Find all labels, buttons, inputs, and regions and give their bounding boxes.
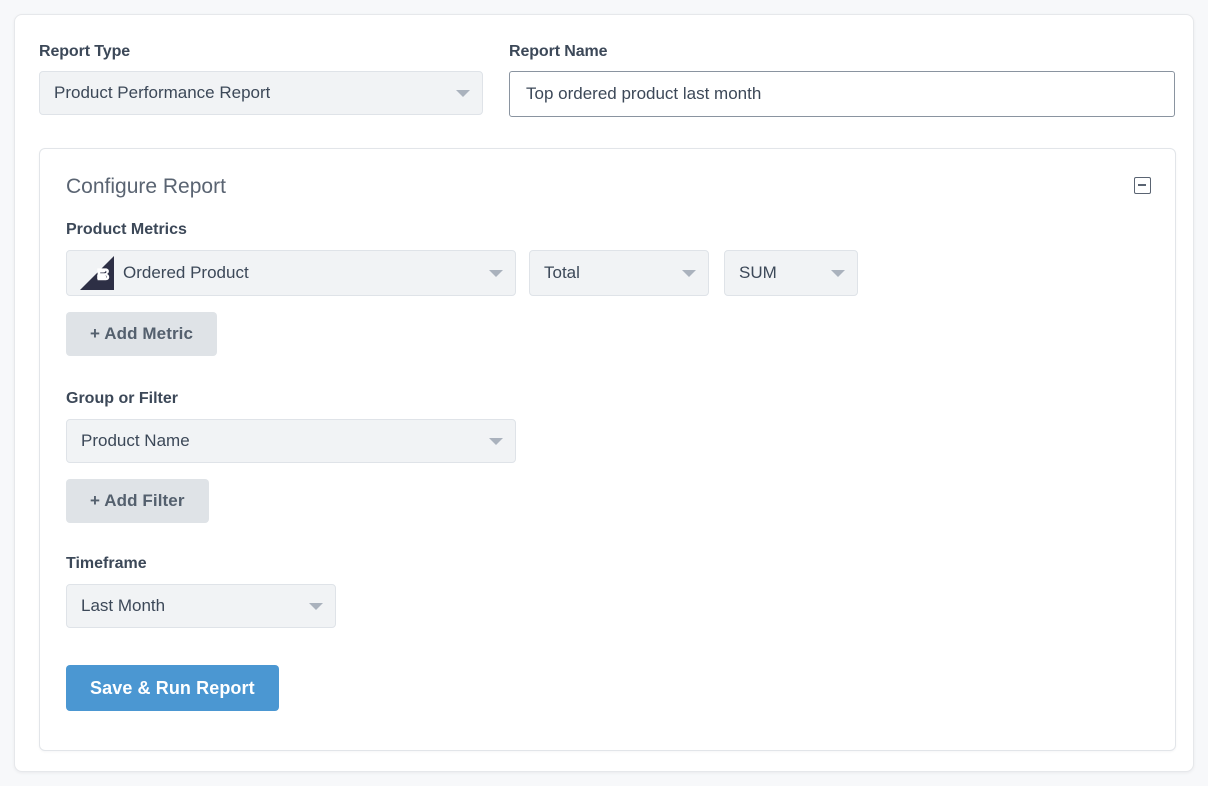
report-type-field: Report Type Product Performance Report [39, 43, 483, 115]
report-name-field: Report Name [509, 43, 1175, 117]
report-name-label: Report Name [509, 43, 1175, 61]
chevron-down-icon [489, 438, 503, 445]
timeframe-value: Last Month [81, 596, 165, 616]
timeframe-label: Timeframe [66, 555, 1149, 573]
report-builder-card: Report Type Product Performance Report R… [14, 14, 1194, 772]
minus-square-icon[interactable] [1134, 177, 1151, 194]
spacer [66, 356, 1149, 390]
chevron-down-icon [309, 603, 323, 610]
panel-body: Product Metrics Ordered Product Total [66, 221, 1149, 711]
report-type-select[interactable]: Product Performance Report [39, 71, 483, 115]
chevron-down-icon [456, 90, 470, 97]
aggregation-scope-select[interactable]: Total [529, 250, 709, 296]
report-name-input[interactable] [509, 71, 1175, 117]
report-type-value: Product Performance Report [54, 83, 270, 103]
bigcommerce-logo-icon [80, 256, 114, 290]
spacer [66, 523, 1149, 555]
chevron-down-icon [831, 270, 845, 277]
group-or-filter-label: Group or Filter [66, 390, 1149, 408]
product-metrics-label: Product Metrics [66, 221, 1149, 239]
metric-value: Ordered Product [123, 263, 249, 283]
timeframe-select[interactable]: Last Month [66, 584, 336, 628]
panel-title: Configure Report [66, 175, 226, 199]
report-type-label: Report Type [39, 43, 483, 61]
aggregation-function-value: SUM [739, 263, 777, 283]
top-fields-row: Report Type Product Performance Report R… [39, 43, 1175, 149]
save-and-run-report-button[interactable]: Save & Run Report [66, 665, 279, 711]
chevron-down-icon [682, 270, 696, 277]
configure-report-panel: Configure Report Product Metrics Ordered… [39, 148, 1176, 751]
aggregation-function-select[interactable]: SUM [724, 250, 858, 296]
metric-select[interactable]: Ordered Product [66, 250, 516, 296]
add-metric-button[interactable]: + Add Metric [66, 312, 217, 356]
group-or-filter-select[interactable]: Product Name [66, 419, 516, 463]
aggregation-scope-value: Total [544, 263, 580, 283]
chevron-down-icon [489, 270, 503, 277]
add-filter-button[interactable]: + Add Filter [66, 479, 209, 523]
metric-row: Ordered Product Total SUM [66, 250, 1149, 296]
group-or-filter-value: Product Name [81, 431, 190, 451]
